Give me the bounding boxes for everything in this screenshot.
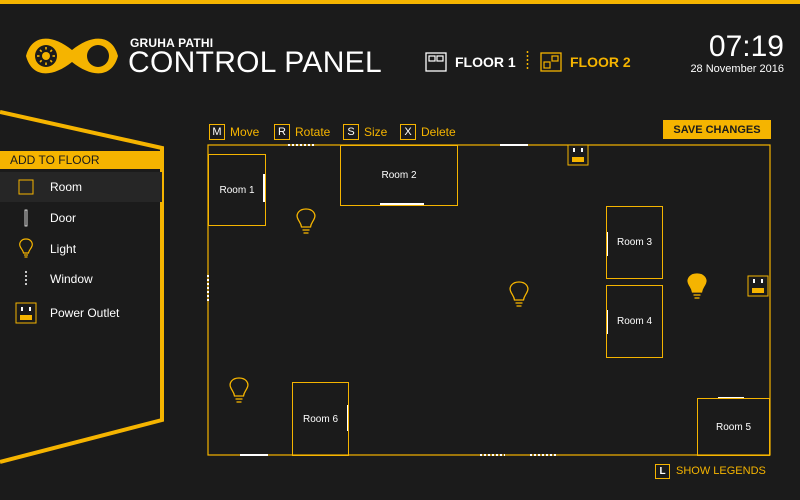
clock-date: 28 November 2016 (690, 63, 784, 75)
save-changes-button[interactable]: SAVE CHANGES (663, 120, 771, 139)
floor-2-button[interactable]: FLOOR 2 (540, 50, 631, 74)
power-outlet-icon (747, 275, 769, 297)
size-label: Size (364, 125, 388, 139)
window-icon (14, 267, 38, 291)
floor-plan-canvas[interactable] (200, 138, 780, 463)
lightbulb-icon (687, 273, 707, 299)
room-6[interactable]: Room 6 (292, 382, 349, 456)
sidebar-item-light[interactable]: Light (0, 234, 162, 264)
floorplan-icon (425, 52, 447, 72)
sun-moon-logo-icon (26, 38, 118, 74)
room-label: Room 5 (715, 421, 751, 433)
floor-separator (526, 51, 529, 71)
floor-2-label: FLOOR 2 (570, 54, 631, 70)
delete-label: Delete (421, 125, 456, 139)
power-outlet-icon (14, 301, 38, 325)
clock-time: 07:19 (708, 30, 784, 63)
sidebar-item-label: Power Outlet (50, 306, 120, 320)
legend-label: SHOW LEGENDS (676, 465, 766, 477)
top-accent-bar (0, 0, 800, 4)
room-label: Room 2 (381, 170, 417, 181)
room-label: Room 1 (219, 184, 255, 196)
sidebar-item-label: Window (50, 272, 93, 286)
show-legends-button[interactable]: L SHOW LEGENDS (655, 462, 766, 480)
sidebar-item-label: Room (50, 180, 83, 194)
room-3[interactable]: Room 3 (606, 206, 663, 279)
rotate-label: Rotate (295, 125, 331, 139)
sidebar-item-label: Door (50, 211, 77, 225)
room-square-icon (14, 175, 38, 199)
sidebar-header: ADD TO FLOOR (0, 151, 162, 169)
sidebar-item-room[interactable]: Room (0, 172, 162, 202)
room-label: Room 4 (616, 316, 652, 327)
floor-1-label: FLOOR 1 (455, 54, 516, 70)
room-1[interactable]: Room 1 (208, 154, 266, 226)
sidebar-item-window[interactable]: Window (0, 264, 162, 294)
floorplan-icon (540, 52, 562, 72)
legend-key: L (655, 463, 670, 479)
room-4[interactable]: Room 4 (606, 285, 663, 358)
lightbulb-icon (229, 377, 249, 403)
sidebar-item-door[interactable]: Door (0, 203, 162, 233)
room-label: Room 3 (616, 237, 652, 248)
move-label: Move (230, 125, 260, 139)
sidebar-item-label: Light (50, 242, 77, 256)
door-icon (14, 206, 38, 230)
floor-1-button[interactable]: FLOOR 1 (425, 50, 516, 74)
lightbulb-icon (509, 281, 529, 307)
room-5[interactable]: Room 5 (697, 398, 770, 456)
lightbulb-icon (296, 208, 316, 234)
room-2[interactable]: Room 2 (340, 145, 458, 206)
page-title: CONTROL PANEL (128, 46, 382, 79)
lightbulb-icon (14, 237, 38, 261)
room-label: Room 6 (302, 413, 338, 425)
sidebar-item-power-outlet[interactable]: Power Outlet (0, 298, 162, 328)
power-outlet-icon (567, 144, 589, 166)
